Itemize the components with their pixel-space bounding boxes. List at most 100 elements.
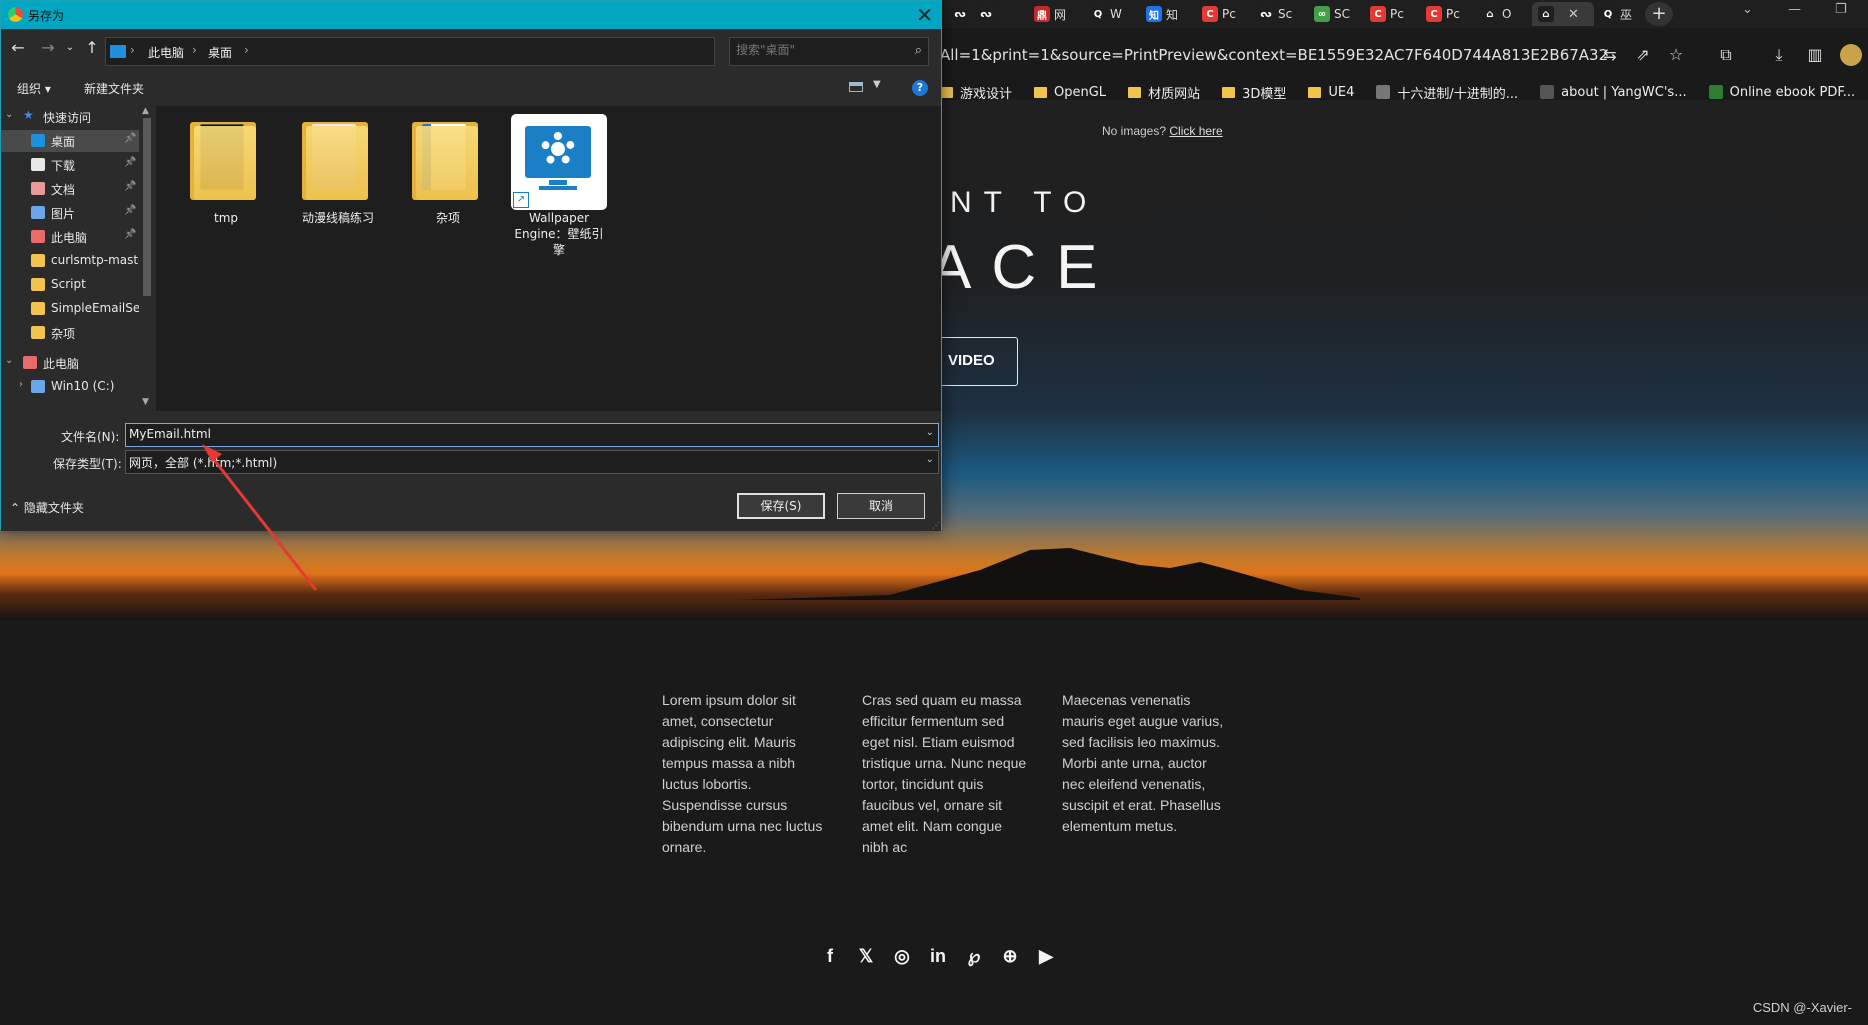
file-item-misc[interactable]: 杂项 bbox=[398, 112, 498, 226]
chevron-down-icon[interactable]: ⌄ bbox=[926, 454, 934, 465]
restore-icon[interactable]: ❐ bbox=[1835, 2, 1847, 17]
minimize-icon[interactable]: — bbox=[1788, 2, 1801, 17]
browser-tab[interactable]: C Pc bbox=[1420, 2, 1476, 26]
nav-item[interactable]: ⌄ ★ 快速访问 bbox=[1, 106, 139, 128]
nav-item[interactable]: SimpleEmailSender bbox=[1, 298, 139, 320]
help-icon[interactable]: ? bbox=[912, 80, 928, 96]
dribbble-icon[interactable]: ⊕ bbox=[1000, 944, 1020, 968]
bookmark-label: Online ebook PDF... bbox=[1729, 84, 1856, 100]
scroll-up-icon[interactable]: ▲ bbox=[142, 106, 149, 116]
nav-item[interactable]: 杂项 bbox=[1, 322, 139, 344]
tab-close-icon[interactable]: ✕ bbox=[1568, 7, 1579, 22]
download-icon[interactable]: ⤓ bbox=[1768, 44, 1790, 66]
browser-tab[interactable]: ᔓ bbox=[972, 2, 1028, 26]
nav-item-label: 下载 bbox=[51, 159, 76, 173]
nav-item[interactable]: curlsmtp-master bbox=[1, 250, 139, 272]
nav-item[interactable]: › Win10 (C:) bbox=[1, 376, 139, 398]
browser-tab[interactable]: 鼎网 bbox=[1028, 2, 1084, 26]
chevron-right-icon[interactable]: › bbox=[192, 43, 197, 57]
dialog-title-bar[interactable]: 另存为 ✕ bbox=[1, 1, 941, 29]
pin-icon: 📌 bbox=[124, 181, 137, 192]
text-column-2: Cras sed quam eu massa efficitur ferment… bbox=[862, 692, 1027, 855]
bookmark-label: about | YangWC's... bbox=[1561, 84, 1687, 100]
browser-tab[interactable]: ⌂ O bbox=[1476, 2, 1532, 26]
share-icon[interactable]: ⇗ bbox=[1632, 44, 1654, 66]
back-arrow-icon[interactable]: ← bbox=[7, 37, 29, 59]
x-twitter-icon[interactable]: 𝕏 bbox=[856, 944, 876, 968]
view-mode-icon[interactable] bbox=[849, 82, 863, 92]
new-folder-button[interactable]: 新建文件夹 bbox=[84, 80, 144, 97]
nav-item[interactable]: 图片 📌 bbox=[1, 202, 139, 224]
breadcrumb[interactable]: › 此电脑 › 桌面 › ⌄ ↻ bbox=[105, 37, 809, 66]
chevron-down-icon[interactable]: ⌄ bbox=[5, 109, 13, 120]
chevron-right-icon[interactable]: › bbox=[244, 43, 249, 57]
browser-tab[interactable]: ᔓ Sc bbox=[1252, 2, 1308, 26]
close-icon[interactable]: ✕ bbox=[916, 3, 933, 27]
resize-grip-icon[interactable]: ⋰ bbox=[932, 521, 940, 530]
view-dropdown-icon[interactable]: ▼ bbox=[873, 79, 881, 90]
nav-item[interactable]: 桌面 📌 bbox=[1, 130, 139, 152]
sidebar-icon[interactable]: ▥ bbox=[1804, 44, 1826, 66]
linkedin-icon[interactable]: in bbox=[928, 944, 948, 968]
nav-item[interactable]: 此电脑 📌 bbox=[1, 226, 139, 248]
profile-avatar[interactable] bbox=[1840, 44, 1862, 66]
facebook-icon[interactable]: f bbox=[820, 944, 840, 968]
nav-item[interactable]: 下载 📌 bbox=[1, 154, 139, 176]
pinterest-icon[interactable]: ℘ bbox=[964, 944, 984, 968]
chevron-right-icon[interactable]: › bbox=[130, 43, 135, 57]
address-bar[interactable]: All=1&print=1&source=PrintPreview&contex… bbox=[940, 40, 1780, 70]
chevron-down-icon[interactable]: ⌄ bbox=[5, 355, 13, 366]
up-arrow-icon[interactable]: ↑ bbox=[81, 37, 103, 59]
browser-tab[interactable]: C Pc bbox=[1196, 2, 1252, 26]
nav-item[interactable]: 文档 📌 bbox=[1, 178, 139, 200]
click-here-link[interactable]: Click here bbox=[1169, 124, 1222, 138]
save-button[interactable]: 保存(S) bbox=[737, 493, 825, 519]
folder-icon bbox=[1034, 86, 1048, 98]
instagram-icon[interactable]: ◎ bbox=[892, 944, 912, 968]
chevron-down-icon[interactable]: ⌄ bbox=[926, 427, 934, 438]
browser-tab[interactable]: C Pc bbox=[1364, 2, 1420, 26]
file-item-wallpaper-engine[interactable]: ↗ Wallpaper Engine：壁纸引擎 bbox=[509, 112, 609, 258]
bookmark-star-icon[interactable]: ☆ bbox=[1665, 44, 1687, 66]
new-tab-button[interactable]: + bbox=[1645, 2, 1673, 26]
nav-item[interactable]: ⌄ 此电脑 bbox=[1, 352, 139, 374]
search-input[interactable] bbox=[736, 43, 896, 57]
organize-menu[interactable]: 组织 ▾ bbox=[17, 80, 51, 97]
filename-combobox[interactable]: ⌄ bbox=[125, 423, 939, 447]
translate-icon[interactable]: ⇆ bbox=[1599, 44, 1621, 66]
tab-search-chevron-icon[interactable]: ⌄ bbox=[1742, 2, 1753, 17]
file-item-tmp[interactable]: tmp bbox=[176, 112, 276, 226]
browser-tab[interactable]: ⌂ ✕ bbox=[1532, 2, 1594, 26]
nav-item[interactable]: Script bbox=[1, 274, 139, 296]
browser-tab[interactable]: 知知 bbox=[1140, 2, 1196, 26]
scroll-down-icon[interactable]: ▼ bbox=[142, 397, 149, 407]
filetype-select[interactable]: 网页，全部 (*.htm;*.html) ⌄ bbox=[125, 450, 939, 474]
nav-item-label: 此电脑 bbox=[43, 357, 80, 371]
chevron-right-icon[interactable]: › bbox=[19, 379, 23, 390]
cancel-button[interactable]: 取消 bbox=[837, 493, 925, 519]
file-item-anime-sketch[interactable]: 动漫线稿练习 bbox=[288, 112, 388, 226]
save-as-dialog: 另存为 ✕ ← → ⌄ ↑ › 此电脑 › 桌面 › ⌄ ↻ ⌕ 组织 ▾ 新建… bbox=[0, 0, 942, 531]
extensions-icon[interactable]: ⧉ bbox=[1715, 44, 1737, 66]
forward-arrow-icon[interactable]: → bbox=[37, 37, 59, 59]
file-list: tmp 动漫线稿练习 杂项 ↗ Wallpaper Engine：壁纸引擎 bbox=[156, 106, 941, 411]
scrollbar-thumb[interactable] bbox=[143, 118, 151, 296]
browser-tab[interactable]: Q巫 bbox=[1594, 2, 1650, 26]
filename-input[interactable] bbox=[129, 427, 909, 441]
youtube-icon[interactable]: ▶ bbox=[1036, 944, 1056, 968]
search-box[interactable]: ⌕ bbox=[729, 37, 929, 66]
browser-tab[interactable]: QW bbox=[1084, 2, 1140, 26]
nav-item-icon bbox=[31, 182, 45, 195]
hide-folders-toggle[interactable]: ⌃ 隐藏文件夹 bbox=[10, 499, 84, 516]
chrome-app-icon bbox=[8, 7, 23, 22]
filetype-label: 保存类型(T): bbox=[53, 457, 122, 471]
breadcrumb-desktop[interactable]: 桌面 bbox=[208, 44, 232, 61]
browser-tab[interactable]: ᔓ bbox=[946, 2, 972, 26]
search-icon[interactable]: ⌕ bbox=[915, 43, 922, 58]
breadcrumb-this-pc[interactable]: 此电脑 bbox=[148, 44, 184, 61]
recent-locations-chevron-icon[interactable]: ⌄ bbox=[59, 37, 81, 59]
browser-tab[interactable]: ∞ SC bbox=[1308, 2, 1364, 26]
chevron-up-icon: ⌃ bbox=[10, 501, 24, 515]
tab-favicon-icon: 知 bbox=[1146, 6, 1162, 22]
nav-pane-scrollbar[interactable]: ▲ ▼ bbox=[141, 106, 153, 411]
